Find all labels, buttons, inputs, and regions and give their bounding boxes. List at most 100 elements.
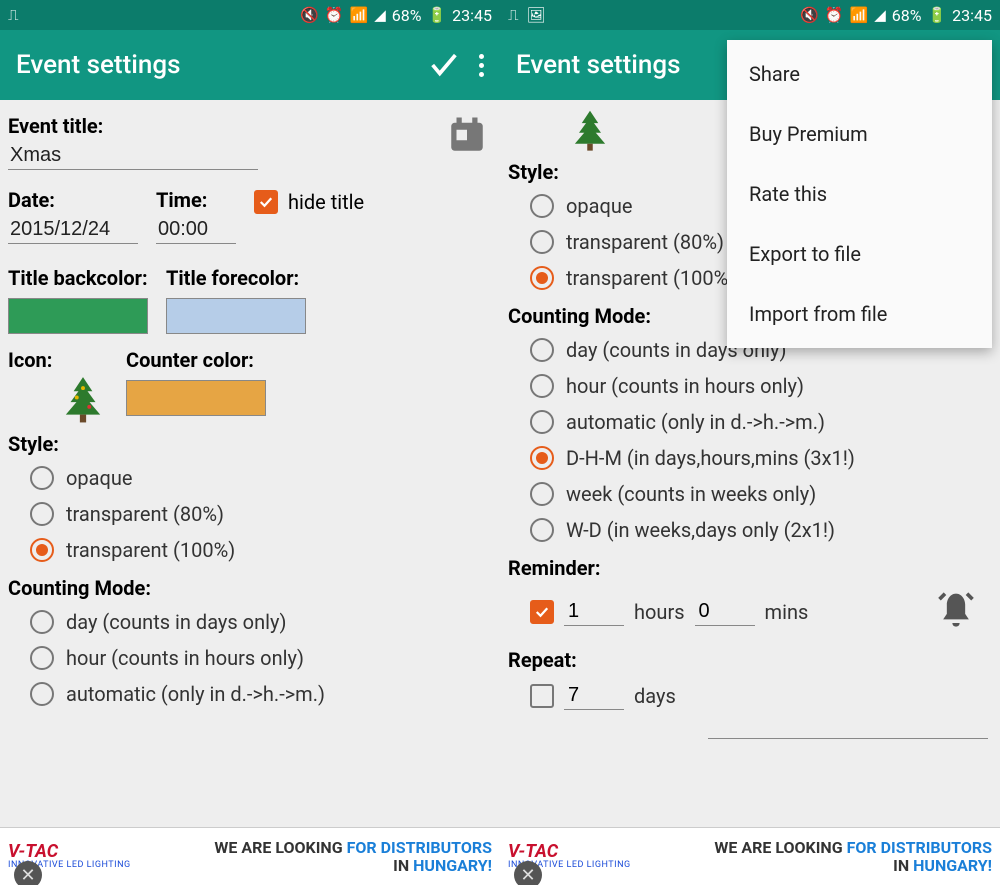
- radio-icon: [30, 466, 54, 490]
- radio-icon: [530, 410, 554, 434]
- radio-label: opaque: [66, 466, 133, 490]
- menu-item[interactable]: Export to file: [727, 224, 992, 284]
- dot-icon: [479, 72, 484, 77]
- radio-label: day (counts in days only): [66, 610, 286, 634]
- radio-option[interactable]: transparent (80%): [8, 496, 488, 532]
- hide-title-label: hide title: [288, 190, 364, 214]
- radio-option[interactable]: opaque: [8, 460, 488, 496]
- menu-item[interactable]: Buy Premium: [727, 104, 992, 164]
- app-bar: Event settings: [0, 30, 500, 100]
- clock-text: 23:45: [952, 6, 992, 25]
- radio-icon: [30, 682, 54, 706]
- reminder-hours-input[interactable]: [564, 598, 624, 626]
- image-icon: 🖼: [527, 6, 546, 24]
- radio-label: hour (counts in hours only): [66, 646, 304, 670]
- radio-label: D-H-M (in days,hours,mins (3x1!): [566, 446, 855, 470]
- radio-option[interactable]: transparent (100%): [8, 532, 488, 568]
- counting-radio-group: day (counts in days only)hour (counts in…: [508, 332, 988, 548]
- battery-icon: 🔋: [427, 6, 446, 24]
- style-label: Style:: [8, 432, 488, 456]
- alarm-icon: ⏰: [825, 6, 844, 24]
- xmas-tree-icon[interactable]: [58, 374, 108, 424]
- ad-banner[interactable]: V-TAC INNOVATIVE LED LIGHTING WE ARE LOO…: [0, 827, 500, 885]
- counting-mode-label: Counting Mode:: [8, 576, 488, 600]
- screen-right: ⎍ 🖼 🔇 ⏰ 📶 ◢ 68% 🔋 23:45 Event settings S…: [500, 0, 1000, 885]
- event-title-label: Event title:: [8, 114, 428, 138]
- ad-banner[interactable]: V-TAC INNOVATIVE LED LIGHTING WE ARE LOO…: [500, 827, 1000, 885]
- radio-label: transparent (80%): [566, 230, 724, 254]
- date-input[interactable]: [8, 214, 138, 244]
- radio-icon: [530, 518, 554, 542]
- radio-icon: [530, 446, 554, 470]
- ad-brand: V-TAC: [8, 843, 131, 861]
- battery-text: 68%: [892, 6, 922, 25]
- ad-close-button[interactable]: ✕: [14, 861, 42, 885]
- radio-option[interactable]: W-D (in weeks,days only (2x1!): [508, 512, 988, 548]
- time-input[interactable]: [156, 214, 236, 244]
- radio-option[interactable]: day (counts in days only): [8, 604, 488, 640]
- battery-icon: 🔋: [927, 6, 946, 24]
- wifi-icon: 📶: [850, 6, 869, 24]
- style-radio-group: opaque transparent (80%) transparent (100%…: [8, 460, 488, 568]
- reminder-hours-label: hours: [634, 600, 685, 624]
- calendar-icon[interactable]: [446, 114, 488, 156]
- hide-title-checkbox[interactable]: [254, 190, 278, 214]
- menu-item[interactable]: Share: [727, 44, 992, 104]
- radio-label: W-D (in weeks,days only (2x1!): [566, 518, 835, 542]
- repeat-value-input[interactable]: [564, 682, 624, 710]
- status-bar: ⎍ 🔇 ⏰ 📶 ◢ 68% 🔋 23:45: [0, 0, 500, 30]
- ad-brand: V-TAC: [508, 843, 631, 861]
- radio-label: automatic (only in d.->h.->m.): [66, 682, 325, 706]
- radio-icon: [530, 338, 554, 362]
- menu-item[interactable]: Import from file: [727, 284, 992, 344]
- reminder-checkbox[interactable]: [530, 600, 554, 624]
- radio-icon: [30, 610, 54, 634]
- repeat-unit-label: days: [634, 684, 676, 708]
- usb-icon: ⎍: [508, 6, 519, 24]
- reminder-label: Reminder:: [508, 556, 988, 580]
- radio-icon: [530, 374, 554, 398]
- radio-icon: [30, 502, 54, 526]
- counter-color-swatch[interactable]: [126, 380, 266, 416]
- radio-option[interactable]: hour (counts in hours only): [508, 368, 988, 404]
- radio-icon: [530, 266, 554, 290]
- alarm-icon: ⏰: [325, 6, 344, 24]
- repeat-checkbox[interactable]: [530, 684, 554, 708]
- signal-icon: ◢: [374, 6, 386, 24]
- ad-close-button[interactable]: ✕: [514, 861, 542, 885]
- signal-icon: ◢: [874, 6, 886, 24]
- radio-option[interactable]: week (counts in weeks only): [508, 476, 988, 512]
- content-area: Event title: Date: Time:: [0, 100, 500, 827]
- radio-option[interactable]: automatic (only in d.->h.->m.): [8, 676, 488, 712]
- radio-option[interactable]: D-H-M (in days,hours,mins (3x1!): [508, 440, 988, 476]
- menu-item[interactable]: Rate this: [727, 164, 992, 224]
- screen-left: ⎍ 🔇 ⏰ 📶 ◢ 68% 🔋 23:45 Event settings Eve…: [0, 0, 500, 885]
- radio-label: transparent (100%): [66, 538, 235, 562]
- status-bar: ⎍ 🖼 🔇 ⏰ 📶 ◢ 68% 🔋 23:45: [500, 0, 1000, 30]
- dot-icon: [479, 54, 484, 59]
- overflow-button[interactable]: [479, 54, 484, 77]
- radio-option[interactable]: hour (counts in hours only): [8, 640, 488, 676]
- radio-label: automatic (only in d.->h.->m.): [566, 410, 825, 434]
- mute-icon: 🔇: [800, 6, 819, 24]
- title-backcolor-swatch[interactable]: [8, 298, 148, 334]
- mute-icon: 🔇: [300, 6, 319, 24]
- title-forecolor-swatch[interactable]: [166, 298, 306, 334]
- event-title-input[interactable]: [8, 140, 258, 170]
- date-label: Date:: [8, 188, 138, 212]
- radio-label: opaque: [566, 194, 633, 218]
- bell-icon[interactable]: [934, 590, 978, 634]
- radio-option[interactable]: automatic (only in d.->h.->m.): [508, 404, 988, 440]
- confirm-button[interactable]: [427, 48, 461, 82]
- clock-text: 23:45: [452, 6, 492, 25]
- radio-icon: [530, 482, 554, 506]
- xmas-tree-icon[interactable]: [568, 108, 612, 152]
- app-bar-title: Event settings: [16, 50, 409, 80]
- ad-text: WE ARE LOOKING FOR DISTRIBUTORS IN HUNGA…: [131, 839, 492, 874]
- radio-label: hour (counts in hours only): [566, 374, 804, 398]
- usb-icon: ⎍: [8, 6, 19, 24]
- radio-icon: [530, 194, 554, 218]
- radio-icon: [30, 646, 54, 670]
- reminder-mins-input[interactable]: [695, 598, 755, 626]
- overflow-menu: ShareBuy PremiumRate thisExport to fileI…: [727, 40, 992, 348]
